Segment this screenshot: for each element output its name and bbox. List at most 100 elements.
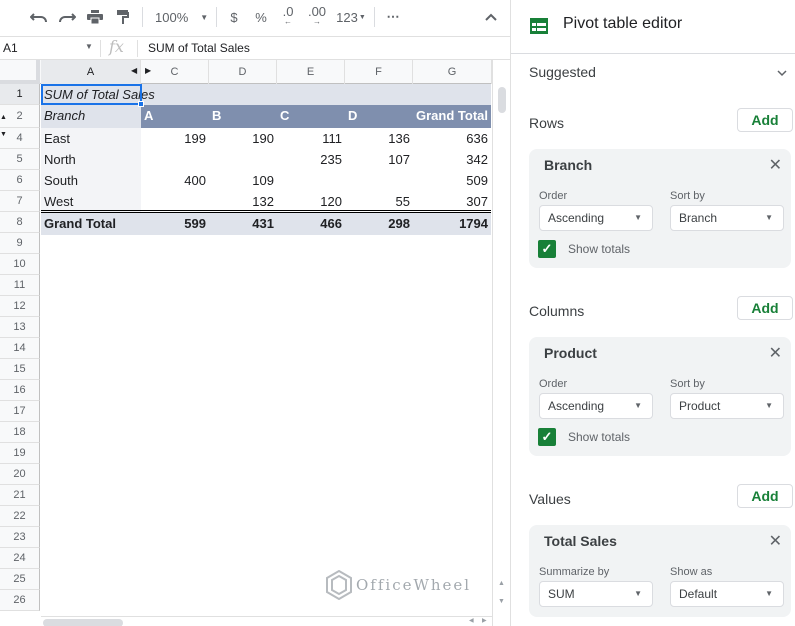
currency-format-button[interactable]: $ [228,6,240,28]
pivot-row-field-cell[interactable]: Branch [41,105,88,128]
row-show-totals-checkbox[interactable]: ✓ [538,240,556,258]
pivot-value-cell[interactable]: 235 [277,149,345,170]
pivot-column-header[interactable]: C [277,105,292,128]
row-header[interactable]: 6 [0,170,40,191]
pivot-value-cell[interactable]: 199 [141,128,209,149]
pivot-value-cell[interactable]: 111 [277,128,345,149]
row-header[interactable]: 7 [0,191,40,212]
column-order-select[interactable]: Ascending ▼ [539,393,653,419]
pivot-value-cell[interactable]: 136 [345,128,413,149]
decrease-decimal-button[interactable]: .0 ← [280,5,296,28]
pivot-value-cell[interactable]: 109 [209,170,277,191]
row-header[interactable]: 20 [0,464,40,485]
row-header[interactable]: 10 [0,254,40,275]
row-header[interactable]: 12 [0,296,40,317]
pivot-row-label[interactable]: West [41,191,76,212]
undo-button[interactable] [29,6,49,28]
scroll-right-arrow-icon[interactable]: ▶ [482,617,487,624]
pivot-value-cell[interactable] [209,149,277,170]
remove-column-field-icon[interactable]: ✕ [769,343,782,363]
column-header-a[interactable]: A [41,60,141,84]
row-header[interactable]: 25 [0,569,40,590]
pivot-value-cell[interactable] [277,170,345,191]
pivot-row-label[interactable]: South [41,170,81,191]
column-header-f[interactable]: F [345,60,413,84]
pivot-value-cell[interactable]: 636 [413,128,491,149]
pivot-column-header[interactable]: Grand Total [413,105,491,128]
pivot-value-cell[interactable]: 190 [209,128,277,149]
pivot-column-header[interactable]: B [209,105,224,128]
pivot-value-cell[interactable]: 120 [277,191,345,212]
group-expand-icon[interactable]: ▲ [0,114,7,121]
row-header[interactable]: 11 [0,275,40,296]
scroll-down-arrow-icon[interactable]: ▼ [498,598,505,605]
column-show-totals-checkbox[interactable]: ✓ [538,428,556,446]
horizontal-scroll-thumb[interactable] [43,619,123,626]
add-value-button[interactable]: Add [737,484,793,508]
pivot-column-header[interactable]: D [345,105,360,128]
row-header[interactable]: 8 [0,212,40,233]
summarize-by-select[interactable]: SUM ▼ [539,581,653,607]
pivot-value-cell[interactable]: 307 [413,191,491,212]
pivot-value-cell[interactable] [345,170,413,191]
zoom-select[interactable]: 100% ▼ [155,6,213,28]
column-header-g[interactable]: G [413,60,492,84]
row-order-select[interactable]: Ascending ▼ [539,205,653,231]
collapse-menus-button[interactable] [482,6,500,28]
pivot-value-cell[interactable]: 342 [413,149,491,170]
paint-format-button[interactable] [114,6,132,28]
percent-format-button[interactable]: % [254,6,268,28]
group-collapse-icon[interactable]: ▼ [0,131,7,138]
add-column-button[interactable]: Add [737,296,793,320]
column-header-e[interactable]: E [277,60,345,84]
formula-input[interactable]: SUM of Total Sales [148,41,250,55]
grand-total-value[interactable]: 599 [141,213,209,234]
suggested-toggle[interactable]: Suggested [529,64,596,80]
name-box[interactable]: A1 [3,41,18,55]
column-header-c[interactable]: C [141,60,209,84]
chevron-down-icon[interactable]: ▼ [85,42,93,51]
pivot-value-cell[interactable] [141,149,209,170]
pivot-value-cell[interactable]: 509 [413,170,491,191]
print-button[interactable] [85,6,105,28]
vertical-scrollbar[interactable]: ▲ ▼ [492,60,510,626]
remove-value-field-icon[interactable]: ✕ [769,531,782,551]
grand-total-value[interactable]: 1794 [413,213,491,234]
pivot-row-label[interactable]: North [41,149,79,170]
row-sort-by-select[interactable]: Branch ▼ [670,205,784,231]
row-header[interactable]: 26 [0,590,40,611]
grand-total-value[interactable]: 466 [277,213,345,234]
fill-handle[interactable] [138,101,144,107]
row-header[interactable]: 5 [0,149,40,170]
hidden-columns-left-arrow[interactable]: ◀ [131,66,137,75]
chevron-down-icon[interactable] [776,69,788,77]
row-header[interactable]: 24 [0,548,40,569]
row-header[interactable]: 22 [0,506,40,527]
row-header[interactable]: 15 [0,359,40,380]
row-header[interactable]: 9 [0,233,40,254]
row-header[interactable]: 19 [0,443,40,464]
grand-total-value[interactable]: 431 [209,213,277,234]
pivot-value-cell[interactable]: 400 [141,170,209,191]
row-header[interactable]: 18 [0,422,40,443]
scroll-up-arrow-icon[interactable]: ▲ [498,580,505,587]
increase-decimal-button[interactable]: .00 → [307,5,327,28]
row-header[interactable]: 16 [0,380,40,401]
select-all-corner[interactable] [0,60,40,84]
pivot-value-cell[interactable]: 55 [345,191,413,212]
column-sort-by-select[interactable]: Product ▼ [670,393,784,419]
grand-total-label[interactable]: Grand Total [41,213,119,234]
column-header-d[interactable]: D [209,60,277,84]
more-button[interactable]: ⋯ [384,6,402,28]
show-as-select[interactable]: Default ▼ [670,581,784,607]
redo-button[interactable] [57,6,77,28]
number-format-menu[interactable]: 123 ▼ [335,6,367,28]
remove-row-field-icon[interactable]: ✕ [769,155,782,175]
row-header[interactable]: 14 [0,338,40,359]
row-header[interactable]: 23 [0,527,40,548]
pivot-column-header[interactable]: A [141,105,156,128]
scroll-left-arrow-icon[interactable]: ◀ [469,617,474,624]
add-row-button[interactable]: Add [737,108,793,132]
grand-total-value[interactable]: 298 [345,213,413,234]
vertical-scroll-thumb[interactable] [498,87,506,113]
